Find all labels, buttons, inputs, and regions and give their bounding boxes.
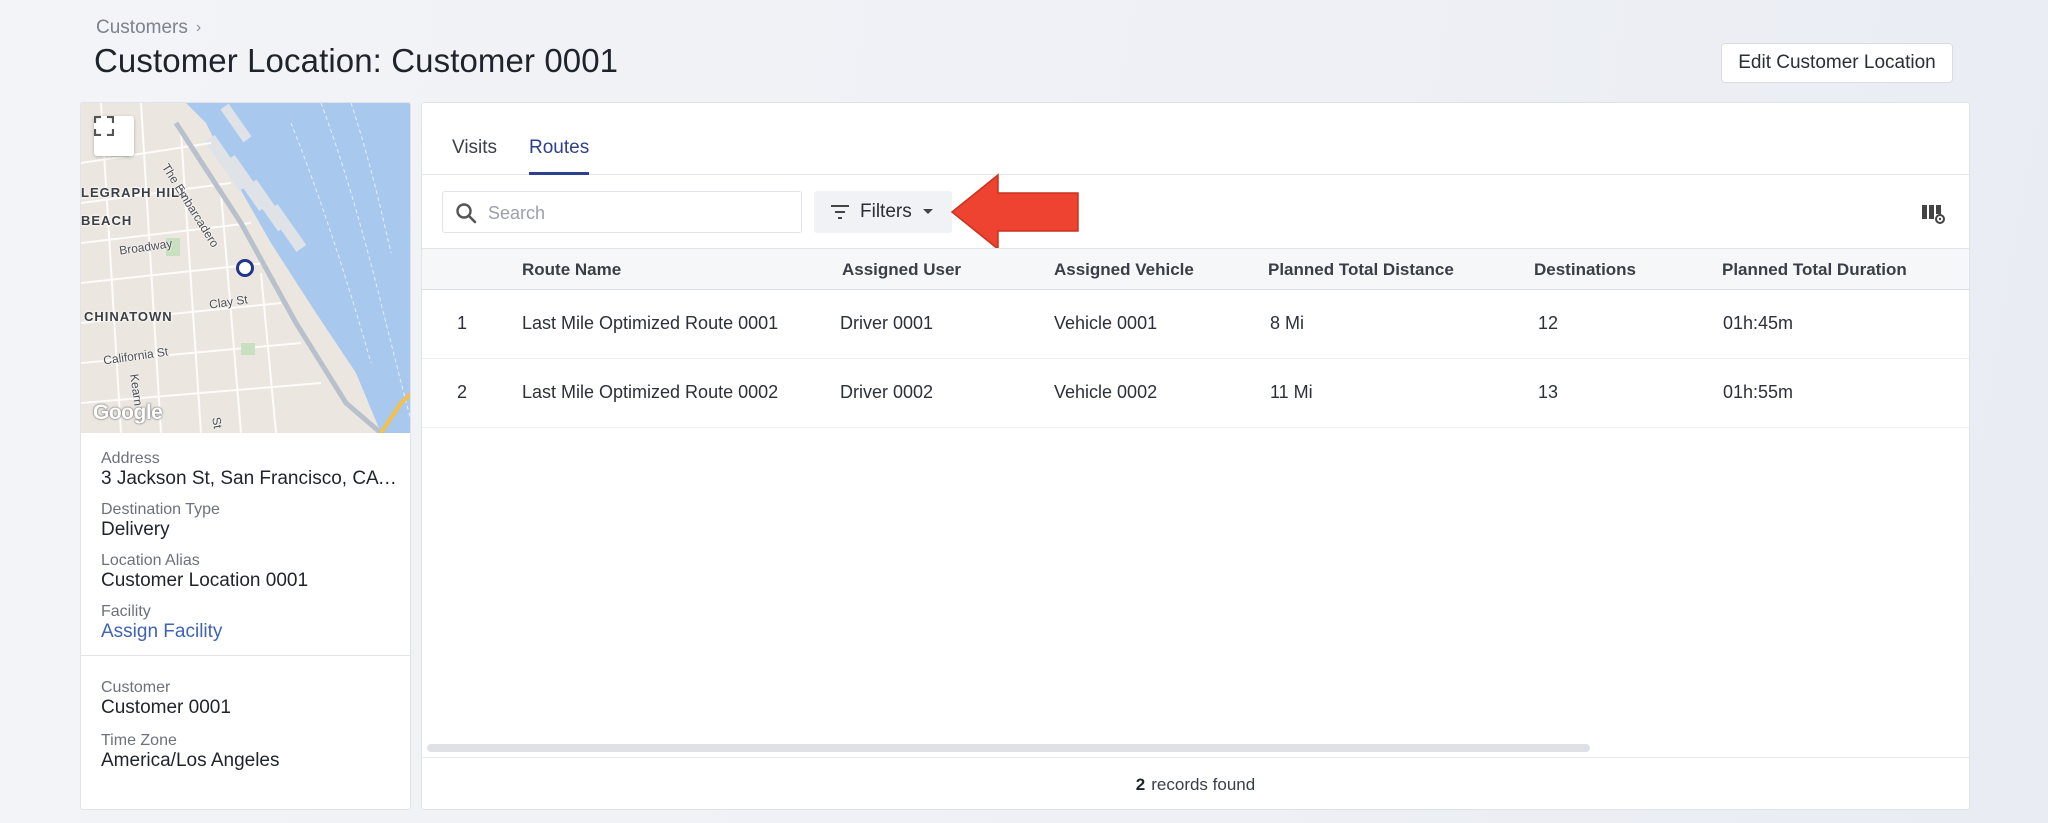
destinations-cell: 12	[1538, 313, 1559, 333]
google-logo: Google	[93, 401, 163, 424]
location-details-card: LEGRAPH HILL BEACH CHINATOWN The Embarca…	[80, 102, 411, 810]
page-title: Customer Location: Customer 0001	[94, 42, 619, 79]
breadcrumb-customers-link[interactable]: Customers	[96, 17, 188, 39]
breadcrumb: Customers ›	[96, 17, 201, 39]
assigned-user-cell: Driver 0002	[840, 382, 934, 402]
edit-customer-location-button[interactable]: Edit Customer Location	[1721, 43, 1953, 83]
timezone-label: Time Zone	[101, 732, 177, 749]
fullscreen-button[interactable]	[94, 116, 134, 156]
map-label-beach: BEACH	[81, 213, 133, 228]
duration-cell: 01h:45m	[1723, 313, 1794, 333]
map-street-sac: St	[209, 416, 225, 430]
facility-field: Facility Assign Facility	[101, 602, 401, 643]
column-header-assigned-vehicle[interactable]: Assigned Vehicle	[1054, 260, 1194, 280]
fullscreen-icon	[94, 116, 114, 136]
customer-label: Customer	[101, 679, 171, 696]
table-header: Route Name Assigned User Assigned Vehicl…	[422, 248, 1969, 290]
row-index: 1	[457, 313, 468, 333]
column-settings-icon[interactable]	[1919, 199, 1947, 227]
records-count-number: 2	[1135, 774, 1146, 794]
column-header-assigned-user[interactable]: Assigned User	[842, 260, 961, 280]
search-input[interactable]: Search	[488, 203, 545, 224]
column-header-planned-total-distance[interactable]: Planned Total Distance	[1268, 260, 1454, 280]
customer-field: Customer Customer 0001	[101, 678, 401, 719]
location-alias-field: Location Alias Customer Location 0001	[101, 551, 401, 592]
routes-panel: Visits Routes Search Filters Route Name …	[421, 102, 1970, 810]
facility-label: Facility	[101, 603, 151, 620]
column-header-destinations[interactable]: Destinations	[1534, 260, 1636, 280]
filters-button[interactable]: Filters	[814, 191, 952, 233]
chevron-right-icon: ›	[195, 19, 202, 36]
table-row[interactable]: 1 Last Mile Optimized Route 0001 Driver …	[422, 290, 1969, 359]
column-header-planned-total-duration[interactable]: Planned Total Duration	[1722, 260, 1907, 280]
annotation-arrow-icon	[950, 173, 1079, 251]
distance-cell: 8 Mi	[1270, 313, 1305, 333]
timezone-value: America/Los Angeles	[101, 750, 280, 771]
destination-type-field: Destination Type Delivery	[101, 500, 401, 541]
address-label: Address	[101, 450, 160, 467]
location-details: Address 3 Jackson St, San Francisco, CA …	[101, 449, 401, 653]
route-name-cell[interactable]: Last Mile Optimized Route 0002	[522, 382, 778, 403]
caret-down-icon	[922, 209, 933, 214]
timezone-field: Time Zone America/Los Angeles	[101, 731, 401, 772]
filter-icon	[831, 205, 849, 219]
route-name-cell[interactable]: Last Mile Optimized Route 0001	[522, 313, 778, 334]
assigned-vehicle-cell: Vehicle 0001	[1054, 313, 1158, 333]
location-alias-value: Customer Location 0001	[101, 570, 309, 591]
tab-bar: Visits Routes	[422, 103, 1969, 175]
records-count: 2 records found	[422, 757, 1969, 809]
column-header-route-name[interactable]: Route Name	[522, 260, 621, 280]
assigned-vehicle-cell: Vehicle 0002	[1054, 382, 1158, 402]
assign-facility-link[interactable]: Assign Facility	[101, 621, 401, 643]
location-alias-label: Location Alias	[101, 552, 200, 569]
search-icon	[456, 203, 477, 224]
tab-routes[interactable]: Routes	[529, 137, 590, 175]
horizontal-scrollbar[interactable]	[427, 744, 1590, 752]
address-value: 3 Jackson St, San Francisco, CA 9...	[101, 468, 401, 489]
assigned-user-cell: Driver 0001	[840, 313, 934, 333]
destinations-cell: 13	[1538, 382, 1559, 402]
destination-type-value: Delivery	[101, 519, 170, 540]
location-marker-icon[interactable]	[236, 259, 254, 277]
customer-value: Customer 0001	[101, 697, 231, 718]
search-box[interactable]: Search	[442, 191, 802, 233]
location-map[interactable]: LEGRAPH HILL BEACH CHINATOWN The Embarca…	[81, 103, 410, 433]
address-field: Address 3 Jackson St, San Francisco, CA …	[101, 449, 401, 490]
customer-details: Customer Customer 0001 Time Zone America…	[101, 678, 401, 784]
records-count-suffix: records found	[1151, 774, 1256, 794]
table-row[interactable]: 2 Last Mile Optimized Route 0002 Driver …	[422, 359, 1969, 428]
row-index: 2	[457, 382, 468, 402]
distance-cell: 11 Mi	[1270, 382, 1313, 402]
map-label-chinatown: CHINATOWN	[84, 309, 173, 324]
tab-visits[interactable]: Visits	[452, 137, 497, 175]
details-divider	[81, 655, 410, 656]
filters-label: Filters	[860, 201, 912, 222]
destination-type-label: Destination Type	[101, 501, 220, 518]
duration-cell: 01h:55m	[1723, 382, 1794, 402]
